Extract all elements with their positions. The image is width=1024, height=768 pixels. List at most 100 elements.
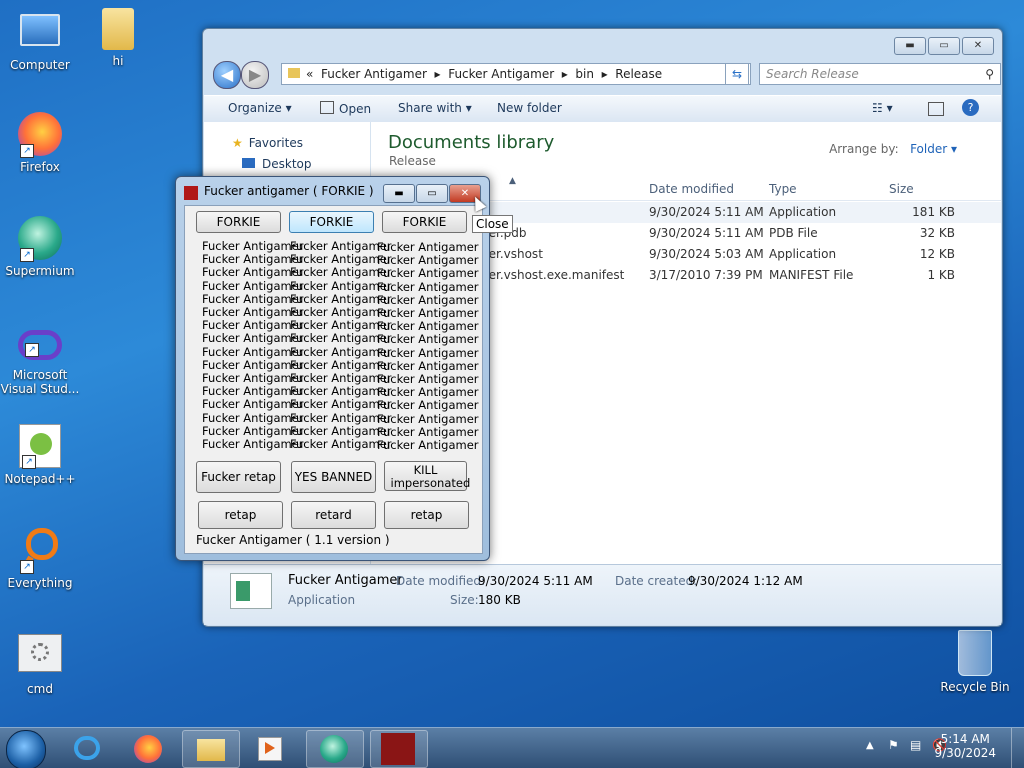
antigamer-label: Fucker Antigamer (202, 278, 304, 293)
help-icon[interactable]: ? (962, 99, 979, 116)
fucker-retap-button[interactable]: Fucker retap (196, 461, 281, 493)
desktop-icon-label: Everything (7, 576, 73, 590)
antigamer-window[interactable]: Fucker antigamer ( FORKIE ) ▬ ▭ ✕ FORKIE… (175, 176, 490, 561)
antigamer-label: Fucker Antigamer (202, 239, 304, 253)
close-tooltip: Close (472, 215, 513, 233)
desktop-icon-firefox[interactable]: ↗ Firefox (0, 112, 80, 174)
file-size: 32 KB (919, 226, 955, 240)
organize-button[interactable]: Organize ▾ (228, 101, 292, 115)
desktop-icon-supermium[interactable]: ↗ Supermium (0, 216, 80, 278)
details-date-created: 9/30/2024 1:12 AM (688, 574, 803, 588)
kill-impersonated-label: KILL impersonated (390, 463, 471, 490)
library-subtitle: Release (389, 154, 436, 168)
app-logo-icon (184, 186, 198, 200)
arrange-dropdown[interactable]: Folder ▾ (910, 142, 957, 156)
antigamer-titlebar[interactable]: Fucker antigamer ( FORKIE ) (184, 184, 374, 200)
firefox-icon: ↗ (18, 112, 62, 158)
show-hidden-icons-icon[interactable]: ▲ (866, 740, 874, 751)
retap-button[interactable]: retap (384, 501, 469, 529)
nav-item-label: Favorites (248, 136, 303, 150)
desktop-icon-label: Notepad++ (4, 472, 76, 486)
column-size[interactable]: Size (889, 182, 914, 196)
breadcrumb-chevron[interactable]: « (306, 67, 313, 81)
explorer-titlebar[interactable] (203, 29, 1002, 59)
breadcrumb-item[interactable]: Fucker Antigamer (321, 67, 427, 81)
minimize-button[interactable]: ▬ (383, 184, 415, 203)
recycle-bin-icon (958, 630, 992, 676)
taskbar-supermium[interactable] (306, 730, 364, 768)
desktop-icon-label: Supermium (5, 264, 75, 278)
network-icon[interactable]: ▤ (910, 738, 921, 752)
antigamer-label: Fucker Antigamer (377, 385, 479, 400)
taskbar-firefox[interactable] (120, 730, 176, 766)
antigamer-label: Fucker Antigamer (377, 292, 479, 307)
show-desktop-button[interactable] (1011, 728, 1024, 768)
breadcrumb-item[interactable]: Fucker Antigamer (448, 67, 554, 81)
desktop-icon-visual-studio[interactable]: ↗ Microsoft Visual Stud... (0, 330, 80, 396)
desktop-icon-everything[interactable]: ↗ Everything (0, 528, 80, 590)
address-bar[interactable]: « Fucker Antigamer ▸ Fucker Antigamer ▸ … (281, 63, 751, 85)
column-date-modified[interactable]: Date modified (649, 182, 734, 196)
yes-banned-button[interactable]: YES BANNED (291, 461, 376, 493)
column-type[interactable]: Type (769, 182, 797, 196)
file-size: 1 KB (927, 268, 955, 282)
breadcrumb-item[interactable]: bin (575, 67, 594, 81)
taskbar-media-player[interactable] (242, 730, 298, 766)
close-button[interactable]: ✕ (962, 37, 994, 55)
antigamer-window-controls: ▬ ▭ ✕ (383, 184, 481, 203)
view-options-icon[interactable]: ☷ ▾ (872, 101, 893, 115)
details-size: 180 KB (478, 593, 521, 607)
taskbar-antigamer[interactable] (370, 730, 428, 768)
details-pane: Fucker Antigamer Application Date modifi… (204, 564, 1001, 625)
minimize-button[interactable]: ▬ (894, 37, 926, 55)
retap-button[interactable]: retap (198, 501, 283, 529)
visual-studio-icon: ↗ (18, 330, 62, 360)
folder-icon (288, 68, 300, 78)
back-button[interactable]: ◀ (213, 61, 241, 89)
antigamer-label: Fucker Antigamer (202, 397, 304, 412)
arrange-label: Arrange by: (829, 142, 899, 156)
share-with-button[interactable]: Share with ▾ (398, 101, 472, 115)
desktop-icon-hi[interactable]: hi (78, 8, 158, 68)
nav-item-desktop[interactable]: Desktop (242, 157, 312, 171)
desktop-icon-cmd[interactable]: cmd (0, 634, 80, 696)
taskbar: ▲ ⚑ ▤ 🔇 5:14 AM 9/30/2024 (0, 727, 1024, 768)
maximize-button[interactable]: ▭ (928, 37, 960, 55)
breadcrumb-item[interactable]: Release (615, 67, 662, 81)
search-placeholder: Search Release (766, 67, 859, 81)
new-folder-button[interactable]: New folder (497, 101, 562, 115)
nav-item-favorites[interactable]: ★ Favorites (232, 136, 303, 150)
file-type: PDB File (769, 226, 818, 240)
taskbar-explorer[interactable] (182, 730, 240, 768)
forward-button[interactable]: ▶ (241, 61, 269, 89)
taskbar-internet-explorer[interactable] (60, 730, 116, 766)
action-center-flag-icon[interactable]: ⚑ (888, 738, 899, 752)
open-label: Open (339, 102, 372, 116)
desktop-icon-computer[interactable]: Computer (0, 8, 80, 72)
folder-icon (197, 739, 225, 761)
search-input[interactable]: Search Release ⚲ (759, 63, 1001, 85)
computer-icon (20, 14, 60, 46)
start-button[interactable] (6, 730, 46, 768)
kill-impersonated-button[interactable]: KILL impersonated (384, 461, 471, 491)
preview-pane-icon[interactable] (928, 102, 944, 116)
desktop-icon-label: cmd (27, 682, 53, 696)
desktop-icon-notepadpp[interactable]: ↗ Notepad++ (0, 424, 80, 486)
antigamer-label: Fucker Antigamer (202, 291, 304, 306)
clock[interactable]: 5:14 AM 9/30/2024 (934, 732, 996, 760)
antigamer-label: Fucker Antigamer (377, 345, 479, 360)
antigamer-label: Fucker Antigamer (202, 331, 304, 346)
retard-button[interactable]: retard (291, 501, 376, 529)
file-date: 9/30/2024 5:11 AM (649, 205, 764, 219)
antigamer-label: Fucker Antigamer (377, 332, 479, 347)
desktop-icon-label: hi (112, 54, 124, 68)
refresh-icon[interactable]: ⇆ (725, 63, 749, 85)
maximize-button[interactable]: ▭ (416, 184, 448, 203)
supermium-icon (320, 735, 348, 763)
antigamer-label: Fucker Antigamer (377, 319, 479, 334)
explorer-window-controls: ▬ ▭ ✕ (894, 37, 994, 55)
file-name: ner.vshost.exe.manifest (481, 268, 625, 282)
desktop-icon-recycle-bin[interactable]: Recycle Bin (935, 630, 1015, 694)
antigamer-label: Fucker Antigamer (377, 306, 479, 320)
open-button[interactable]: Open (320, 101, 371, 116)
